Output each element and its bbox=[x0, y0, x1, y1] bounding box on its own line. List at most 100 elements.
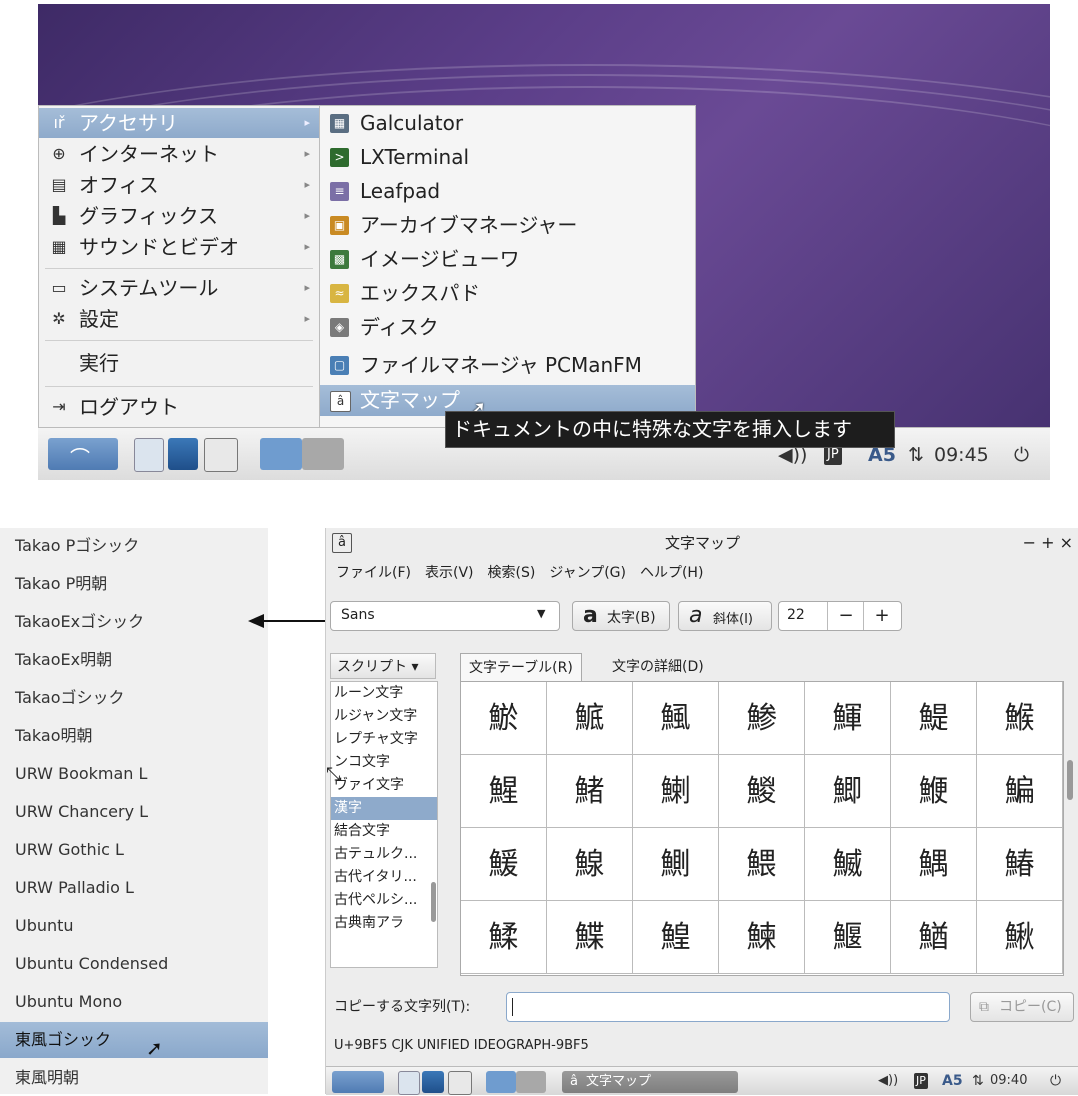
script-list-scrollbar[interactable] bbox=[431, 882, 436, 922]
font-list-item[interactable]: Takao明朝 bbox=[0, 718, 268, 754]
submenu-item-image-viewer[interactable]: ▩ イメージビューワ bbox=[320, 244, 695, 275]
input-language-indicator[interactable]: JP bbox=[914, 1073, 928, 1089]
character-cell[interactable]: 鯿 bbox=[977, 755, 1063, 828]
submenu-item-leafpad[interactable]: ≡ Leafpad bbox=[320, 176, 695, 207]
character-cell[interactable]: 鯶 bbox=[805, 682, 891, 755]
start-menu-button[interactable]: ⌒ bbox=[48, 438, 118, 470]
font-select[interactable]: Sans ▼ bbox=[330, 601, 560, 631]
font-list-item[interactable]: URW Chancery L bbox=[0, 794, 268, 830]
script-list-item[interactable]: ルジャン文字 bbox=[331, 705, 437, 728]
character-cell[interactable]: 鰆 bbox=[977, 828, 1063, 901]
character-cell[interactable]: 鰂 bbox=[633, 828, 719, 901]
menu-item-system-tools[interactable]: ▭ システムツール ▸ bbox=[39, 273, 320, 303]
input-language-indicator[interactable]: JP bbox=[824, 445, 842, 465]
input-method-indicator[interactable]: A5 bbox=[942, 1067, 963, 1095]
script-list-item[interactable]: ヴァイ文字 bbox=[331, 774, 437, 797]
show-desktop-icon[interactable] bbox=[204, 438, 238, 472]
script-list-item[interactable]: 古テュルク... bbox=[331, 843, 437, 866]
font-list-item[interactable]: Ubuntu bbox=[0, 908, 268, 944]
character-cell[interactable]: 鰈 bbox=[547, 901, 633, 974]
script-list-item[interactable]: 古代イタリ... bbox=[331, 866, 437, 889]
submenu-item-archive-manager[interactable]: ▣ アーカイブマネージャー bbox=[320, 210, 695, 241]
show-desktop-icon[interactable] bbox=[448, 1071, 472, 1095]
font-list-item[interactable]: 東風明朝 bbox=[0, 1060, 268, 1096]
character-cell[interactable]: 鰊 bbox=[719, 901, 805, 974]
tab-character-table[interactable]: 文字テーブル(R) bbox=[460, 653, 582, 681]
menu-item-graphics[interactable]: ▙ グラフィックス ▸ bbox=[39, 201, 320, 231]
menu-jump[interactable]: ジャンプ(G) bbox=[549, 565, 626, 581]
character-cell[interactable]: 鯺 bbox=[547, 755, 633, 828]
power-icon[interactable]: ⏻ bbox=[1050, 1067, 1061, 1095]
file-manager-launcher-icon[interactable] bbox=[398, 1071, 420, 1095]
menu-view[interactable]: 表示(V) bbox=[425, 565, 474, 581]
script-list-item[interactable]: レプチャ文字 bbox=[331, 728, 437, 751]
script-list-item[interactable]: ンコ文字 bbox=[331, 751, 437, 774]
menu-help[interactable]: ヘルプ(H) bbox=[640, 565, 703, 581]
clock[interactable]: 09:40 bbox=[990, 1067, 1027, 1095]
script-dropdown[interactable]: スクリプト ▾ bbox=[330, 653, 436, 679]
menu-item-sound-video[interactable]: ▦ サウンドとビデオ ▸ bbox=[39, 232, 320, 262]
character-cell[interactable]: 鯾 bbox=[891, 755, 977, 828]
menu-item-accessories[interactable]: ıř アクセサリ ▸ bbox=[39, 108, 320, 138]
character-cell[interactable]: 鰁 bbox=[547, 828, 633, 901]
menu-search[interactable]: 検索(S) bbox=[488, 565, 536, 581]
character-cell[interactable]: 鰉 bbox=[633, 901, 719, 974]
submenu-item-galculator[interactable]: ▦ Galculator bbox=[320, 108, 695, 139]
workspace-2-button[interactable] bbox=[516, 1071, 546, 1093]
character-cell[interactable]: 鰀 bbox=[461, 828, 547, 901]
submenu-item-file-manager[interactable]: ▢ ファイルマネージャ PCManFM bbox=[320, 350, 695, 381]
italic-toggle-button[interactable]: a 斜体(I) bbox=[678, 601, 772, 631]
font-list-item[interactable]: Takaoゴシック bbox=[0, 680, 268, 716]
character-cell[interactable]: 鰇 bbox=[461, 901, 547, 974]
workspace-1-button[interactable] bbox=[260, 438, 302, 470]
font-list-item[interactable]: Ubuntu Mono bbox=[0, 984, 268, 1020]
character-cell[interactable]: 鰄 bbox=[805, 828, 891, 901]
window-controls[interactable]: − + × bbox=[1023, 528, 1073, 558]
menu-item-logout[interactable]: ⇥ ログアウト bbox=[39, 392, 320, 422]
font-list-item[interactable]: URW Gothic L bbox=[0, 832, 268, 868]
grid-scrollbar[interactable] bbox=[1067, 760, 1073, 800]
submenu-item-lxterminal[interactable]: > LXTerminal bbox=[320, 142, 695, 173]
volume-icon[interactable]: ◀)) bbox=[878, 1067, 898, 1095]
menu-item-run[interactable]: 実行 bbox=[39, 348, 320, 378]
start-menu-button[interactable] bbox=[332, 1071, 384, 1093]
size-decrease-button[interactable]: − bbox=[827, 602, 864, 630]
tab-character-details[interactable]: 文字の詳細(D) bbox=[604, 653, 712, 681]
character-cell[interactable]: 鰍 bbox=[977, 901, 1063, 974]
character-cell[interactable]: 鯻 bbox=[633, 755, 719, 828]
script-list-item[interactable]: 結合文字 bbox=[331, 820, 437, 843]
character-cell[interactable]: 鰃 bbox=[719, 828, 805, 901]
character-cell[interactable]: 鯳 bbox=[547, 682, 633, 755]
workspace-1-button[interactable] bbox=[486, 1071, 516, 1093]
browser-launcher-icon[interactable] bbox=[422, 1071, 444, 1093]
character-cell[interactable]: 鰋 bbox=[805, 901, 891, 974]
browser-launcher-icon[interactable] bbox=[168, 438, 198, 470]
copy-text-input[interactable] bbox=[506, 992, 950, 1022]
network-icon[interactable]: ⇅ bbox=[908, 440, 924, 470]
file-manager-launcher-icon[interactable] bbox=[134, 438, 164, 472]
font-list-item[interactable]: Takao Pゴシック bbox=[0, 528, 268, 564]
font-list-item[interactable]: Takao P明朝 bbox=[0, 566, 268, 602]
character-cell[interactable]: 鯵 bbox=[719, 682, 805, 755]
clock[interactable]: 09:45 bbox=[934, 440, 989, 470]
font-list-item[interactable]: URW Palladio L bbox=[0, 870, 268, 906]
bold-toggle-button[interactable]: a 太字(B) bbox=[572, 601, 670, 631]
font-list-item[interactable]: URW Bookman L bbox=[0, 756, 268, 792]
font-list-item[interactable]: TakaoEx明朝 bbox=[0, 642, 268, 678]
window-titlebar[interactable]: â 文字マップ − + × bbox=[326, 528, 1078, 558]
character-cell[interactable]: 鰌 bbox=[891, 901, 977, 974]
script-list-item[interactable]: 古代ペルシ... bbox=[331, 889, 437, 912]
taskbar-window-charmap[interactable]: â 文字マップ bbox=[562, 1071, 738, 1093]
script-list-item[interactable]: 古典南アラ bbox=[331, 912, 437, 935]
character-cell[interactable]: 鯼 bbox=[719, 755, 805, 828]
menu-item-office[interactable]: ▤ オフィス ▸ bbox=[39, 170, 320, 200]
character-cell[interactable]: 鯷 bbox=[891, 682, 977, 755]
menu-item-internet[interactable]: ⊕ インターネット ▸ bbox=[39, 139, 320, 169]
power-icon[interactable]: ⏻ bbox=[1014, 440, 1029, 470]
font-list-item-selected[interactable]: 東風ゴシック bbox=[0, 1022, 268, 1058]
copy-button[interactable]: ⧉ コピー(C) bbox=[970, 992, 1074, 1022]
character-cell[interactable]: 鯹 bbox=[461, 755, 547, 828]
character-cell[interactable]: 鯽 bbox=[805, 755, 891, 828]
menu-file[interactable]: ファイル(F) bbox=[336, 565, 411, 581]
font-list-item[interactable]: TakaoExゴシック bbox=[0, 604, 268, 640]
